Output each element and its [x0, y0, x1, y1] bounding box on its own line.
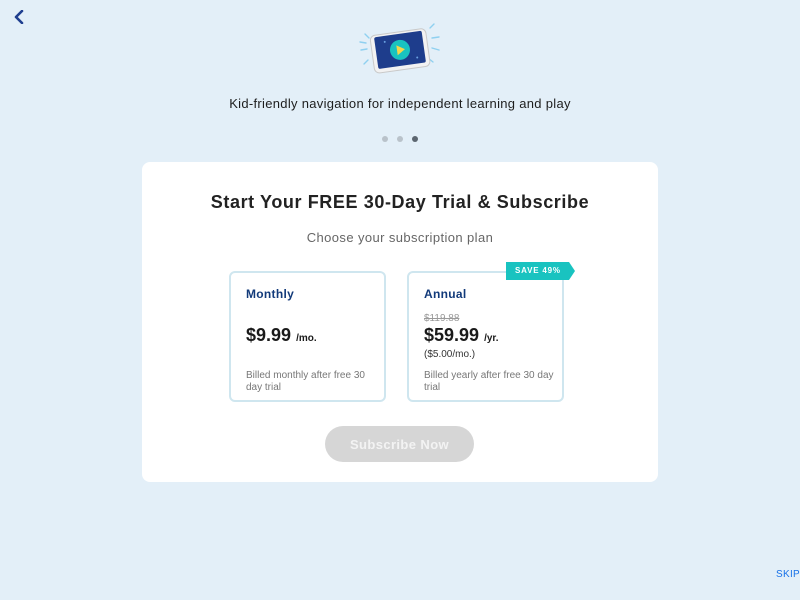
- plan-original-price: $119.88: [424, 313, 460, 324]
- plan-price-row: $9.99 /mo.: [246, 325, 317, 346]
- skip-link[interactable]: SKIP: [776, 569, 800, 580]
- plan-price-row: $59.99 /yr.: [424, 325, 499, 346]
- plan-price-unit: /mo.: [296, 333, 317, 344]
- back-button[interactable]: [10, 8, 28, 26]
- plan-name: Annual: [424, 287, 467, 301]
- plan-price: $59.99: [424, 325, 480, 345]
- page-dot-active[interactable]: [412, 136, 418, 142]
- page-dot[interactable]: [397, 136, 403, 142]
- plan-billing-note: Billed monthly after free 30 day trial: [246, 370, 365, 393]
- onboarding-screen: Kid-friendly navigation for independent …: [0, 0, 800, 600]
- plan-monthly[interactable]: Monthly $9.99 /mo. Billed monthly after …: [229, 271, 386, 402]
- plan-billing-note: Billed yearly after free 30 day trial: [424, 370, 554, 393]
- plan-name: Monthly: [246, 287, 295, 301]
- tablet-play-icon: [356, 20, 442, 78]
- subscribe-now-button[interactable]: Subscribe Now: [325, 426, 474, 462]
- plan-price-unit: /yr.: [484, 333, 499, 344]
- chevron-left-icon: [14, 10, 24, 24]
- plan-monthly-equivalent: ($5.00/mo.): [424, 349, 476, 360]
- page-indicator: [380, 136, 420, 144]
- subscription-card: Start Your FREE 30-Day Trial & Subscribe…: [142, 162, 658, 482]
- save-badge: SAVE 49%: [506, 262, 575, 280]
- card-subtitle: Choose your subscription plan: [306, 230, 494, 245]
- card-title: Start Your FREE 30-Day Trial & Subscribe: [210, 192, 590, 212]
- onboarding-tagline: Kid-friendly navigation for independent …: [229, 96, 571, 111]
- page-dot[interactable]: [382, 136, 388, 142]
- plan-annual[interactable]: Annual $119.88 $59.99 /yr. ($5.00/mo.) B…: [407, 271, 564, 402]
- plan-price: $9.99: [246, 325, 292, 345]
